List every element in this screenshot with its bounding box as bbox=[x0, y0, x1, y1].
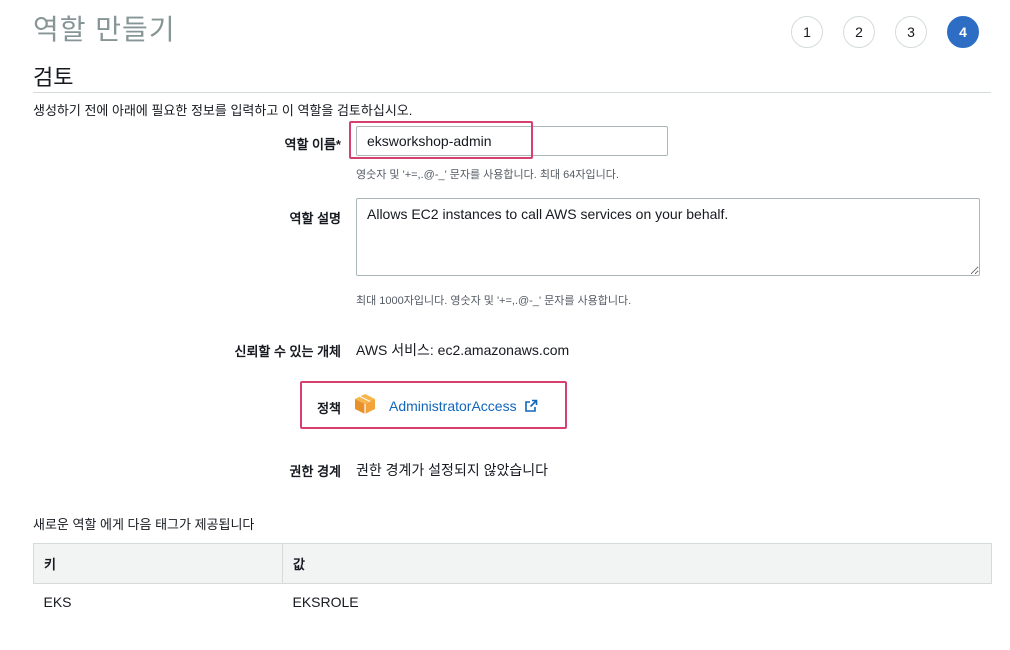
role-name-hint: 영숫자 및 '+=,.@-_' 문자를 사용합니다. 최대 64자입니다. bbox=[356, 169, 619, 181]
tag-value-cell: EKSROLE bbox=[292, 594, 359, 610]
role-description-hint: 최대 1000자입니다. 영숫자 및 '+=,.@-_' 문자를 사용합니다. bbox=[356, 295, 632, 307]
section-title: 검토 bbox=[33, 65, 74, 90]
step-2-button[interactable]: 2 bbox=[843, 16, 875, 48]
tags-table: 키 값 EKS EKSROLE bbox=[33, 543, 992, 620]
intro-text: 생성하기 전에 아래에 필요한 정보를 입력하고 이 역할을 검토하십시오. bbox=[33, 103, 413, 118]
permissions-boundary-value: 권한 경계가 설정되지 않았습니다 bbox=[356, 462, 548, 478]
step-3-button[interactable]: 3 bbox=[895, 16, 927, 48]
step-1-button[interactable]: 1 bbox=[791, 16, 823, 48]
trusted-entity-label: 신뢰할 수 있는 개체 bbox=[234, 344, 341, 359]
page-title: 역할 만들기 bbox=[33, 14, 176, 45]
policy-label: 정책 bbox=[317, 401, 341, 416]
step-4-button-active[interactable]: 4 bbox=[947, 16, 979, 48]
tags-header-key: 키 bbox=[33, 543, 283, 584]
role-description-label: 역할 설명 bbox=[289, 211, 341, 226]
policy-box-icon bbox=[355, 394, 375, 414]
policy-administratoraccess-link[interactable]: AdministratorAccess bbox=[389, 398, 517, 414]
role-name-label: 역할 이름* bbox=[284, 137, 341, 152]
tags-caption: 새로운 역할 에게 다음 태그가 제공됩니다 bbox=[33, 517, 255, 532]
section-divider bbox=[33, 92, 991, 93]
role-name-input[interactable] bbox=[356, 126, 668, 156]
tags-header-value: 값 bbox=[282, 543, 992, 584]
external-link-icon[interactable] bbox=[524, 399, 538, 413]
permissions-boundary-label: 권한 경계 bbox=[289, 464, 341, 479]
wizard-steps: 1 2 3 4 bbox=[791, 16, 979, 48]
table-row: EKS EKSROLE bbox=[34, 584, 992, 621]
trusted-entity-value: AWS 서비스: ec2.amazonaws.com bbox=[356, 342, 570, 358]
role-description-textarea[interactable]: Allows EC2 instances to call AWS service… bbox=[356, 198, 980, 276]
tag-key-cell: EKS bbox=[43, 594, 72, 610]
